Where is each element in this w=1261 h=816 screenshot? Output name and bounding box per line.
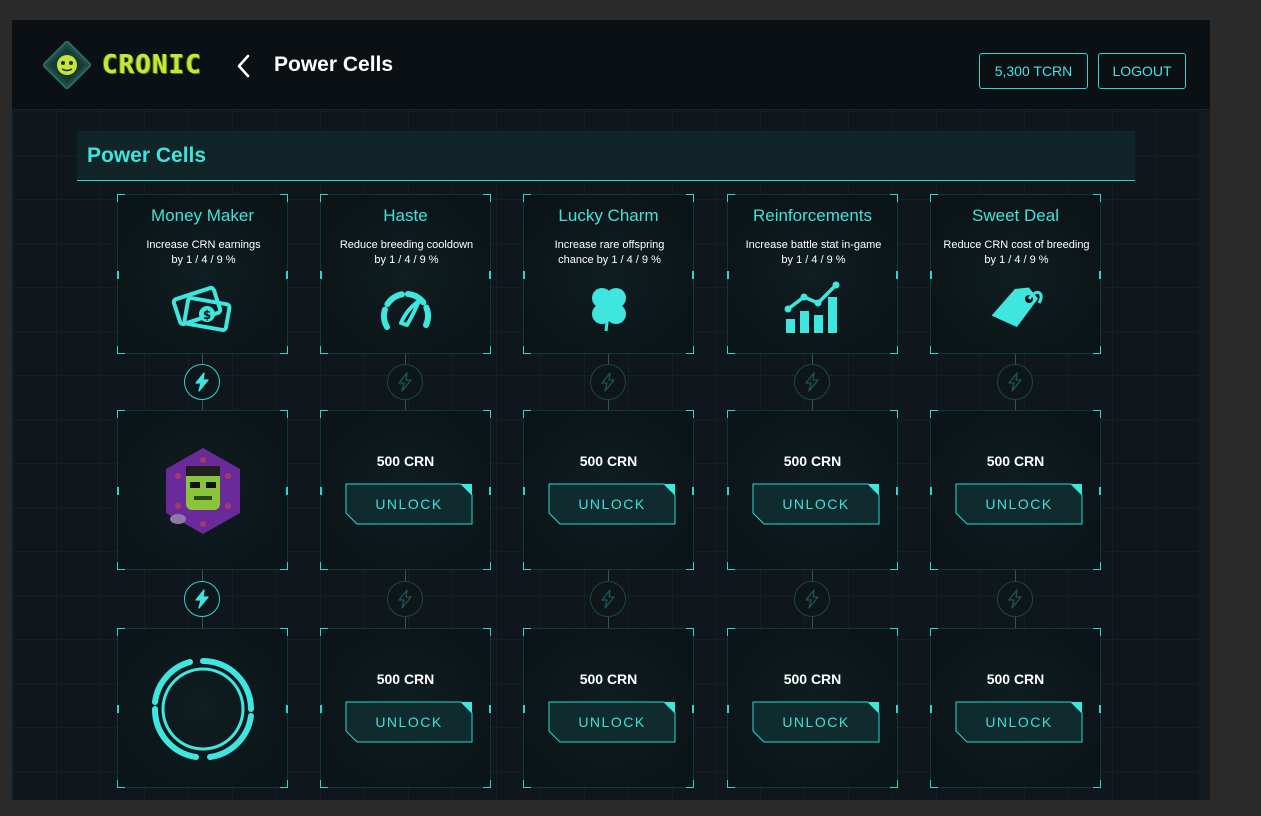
power-cell-description: Increase CRN earnings by 1 / 4 / 9 % — [126, 238, 281, 268]
unlock-price: 500 CRN — [986, 453, 1045, 469]
power-cell-description: Increase rare offspring chance by 1 / 4 /… — [532, 238, 687, 268]
unlock-price: 500 CRN — [986, 671, 1045, 687]
unlock-price: 500 CRN — [579, 671, 638, 687]
description-line: by 1 / 4 / 9 % — [374, 254, 439, 266]
lightning-bolt-icon — [387, 581, 423, 617]
lightning-bolt-icon — [184, 581, 220, 617]
power-cell-tier-card: 500 CRN UNLOCK — [727, 628, 898, 788]
chevron-left-icon[interactable] — [234, 53, 254, 79]
power-cell-title: Sweet Deal — [972, 206, 1059, 225]
power-cell-title: Reinforcements — [752, 206, 873, 225]
unlock-button-label: UNLOCK — [578, 496, 646, 512]
unlock-price: 500 CRN — [783, 453, 842, 469]
unlock-button-label: UNLOCK — [375, 714, 443, 730]
unlock-button[interactable]: UNLOCK — [955, 483, 1083, 525]
power-cell-description: Increase battle stat in-game by 1 / 4 / 9… — [736, 238, 891, 268]
lightning-bolt-icon — [387, 364, 423, 400]
description-line: by 1 / 4 / 9 % — [984, 254, 1049, 266]
power-cell-description: Reduce CRN cost of breeding by 1 / 4 / 9 … — [939, 238, 1094, 268]
power-cell-tier-card: 500 CRN UNLOCK — [523, 410, 694, 570]
unlock-price: 500 CRN — [579, 453, 638, 469]
unlock-button-label: UNLOCK — [985, 714, 1053, 730]
lightning-bolt-icon — [590, 581, 626, 617]
scrollbar[interactable] — [1198, 111, 1210, 800]
top-bar: CRONIC Power Cells 5,300 TCRN LOGOUT — [12, 20, 1210, 110]
unlock-button-label: UNLOCK — [985, 496, 1053, 512]
description-line: Reduce CRN cost of breeding — [943, 239, 1090, 251]
unlock-price: 500 CRN — [376, 453, 435, 469]
power-cell-title: Money Maker — [151, 206, 254, 225]
chart-growth-icon — [780, 279, 846, 339]
power-cell-tier-card[interactable] — [117, 410, 288, 570]
power-cell-info-card: Sweet Deal Reduce CRN cost of breeding by … — [930, 194, 1101, 354]
description-line: by 1 / 4 / 9 % — [171, 254, 236, 266]
description-line: Increase rare offspring — [554, 239, 665, 251]
logo-icon[interactable] — [43, 41, 91, 89]
price-tag-icon — [983, 279, 1049, 339]
description-line: Reduce breeding cooldown — [339, 239, 474, 251]
unlock-button[interactable]: UNLOCK — [955, 701, 1083, 743]
power-cell-info-card: Haste Reduce breeding cooldown by 1 / 4 / … — [320, 194, 491, 354]
description-line: by 1 / 4 / 9 % — [781, 254, 846, 266]
unlock-button-label: UNLOCK — [782, 496, 850, 512]
power-cell-info-card: Money Maker Increase CRN earnings by 1 / 4… — [117, 194, 288, 354]
unlock-price: 500 CRN — [783, 671, 842, 687]
main-content: Power Cells Money Maker Increase CRN earn… — [12, 111, 1198, 800]
lightning-bolt-icon — [184, 364, 220, 400]
unlock-button[interactable]: UNLOCK — [548, 701, 676, 743]
unlock-button-label: UNLOCK — [578, 714, 646, 730]
power-cell-tier-card: 500 CRN UNLOCK — [320, 628, 491, 788]
lightning-bolt-icon — [590, 364, 626, 400]
section-title: Power Cells — [87, 144, 207, 167]
power-cell-description: Reduce breeding cooldown by 1 / 4 / 9 % — [329, 238, 484, 268]
energy-ring-icon — [151, 658, 254, 760]
page-title: Power Cells — [274, 53, 394, 76]
description-line: Increase battle stat in-game — [745, 239, 882, 251]
power-cell-title: Haste — [383, 206, 428, 225]
unlock-button[interactable]: UNLOCK — [752, 483, 880, 525]
power-cell-tier-card: 500 CRN UNLOCK — [320, 410, 491, 570]
app-window: CRONIC Power Cells 5,300 TCRN LOGOUT Pow… — [12, 20, 1210, 800]
unlock-button[interactable]: UNLOCK — [345, 483, 473, 525]
power-cell-info-card: Reinforcements Increase battle stat in-ga… — [727, 194, 898, 354]
creature-avatar-icon — [166, 448, 240, 534]
unlock-button-label: UNLOCK — [782, 714, 850, 730]
unlock-price: 500 CRN — [376, 671, 435, 687]
unlock-button[interactable]: UNLOCK — [345, 701, 473, 743]
power-cell-title: Lucky Charm — [558, 206, 659, 225]
speedometer-icon — [373, 279, 439, 339]
lightning-bolt-icon — [997, 364, 1033, 400]
clover-icon — [576, 279, 642, 339]
money-icon: $ — [170, 279, 236, 339]
power-cell-tier-card[interactable] — [117, 628, 288, 788]
balance-button[interactable]: 5,300 TCRN — [979, 53, 1088, 89]
power-cell-info-card: Lucky Charm Increase rare offspring chance… — [523, 194, 694, 354]
description-line: Increase CRN earnings — [146, 239, 261, 251]
power-cell-tier-card: 500 CRN UNLOCK — [930, 628, 1101, 788]
brand-logo-text[interactable]: CRONIC — [102, 50, 202, 80]
description-line: chance by 1 / 4 / 9 % — [558, 254, 661, 266]
section-header: Power Cells — [77, 131, 1135, 181]
power-cell-tier-card: 500 CRN UNLOCK — [523, 628, 694, 788]
logout-button[interactable]: LOGOUT — [1098, 53, 1186, 89]
svg-text:$: $ — [202, 308, 210, 322]
unlock-button[interactable]: UNLOCK — [752, 701, 880, 743]
unlock-button[interactable]: UNLOCK — [548, 483, 676, 525]
power-cell-tier-card: 500 CRN UNLOCK — [727, 410, 898, 570]
power-cell-tier-card: 500 CRN UNLOCK — [930, 410, 1101, 570]
lightning-bolt-icon — [997, 581, 1033, 617]
unlock-button-label: UNLOCK — [375, 496, 443, 512]
lightning-bolt-icon — [794, 581, 830, 617]
lightning-bolt-icon — [794, 364, 830, 400]
